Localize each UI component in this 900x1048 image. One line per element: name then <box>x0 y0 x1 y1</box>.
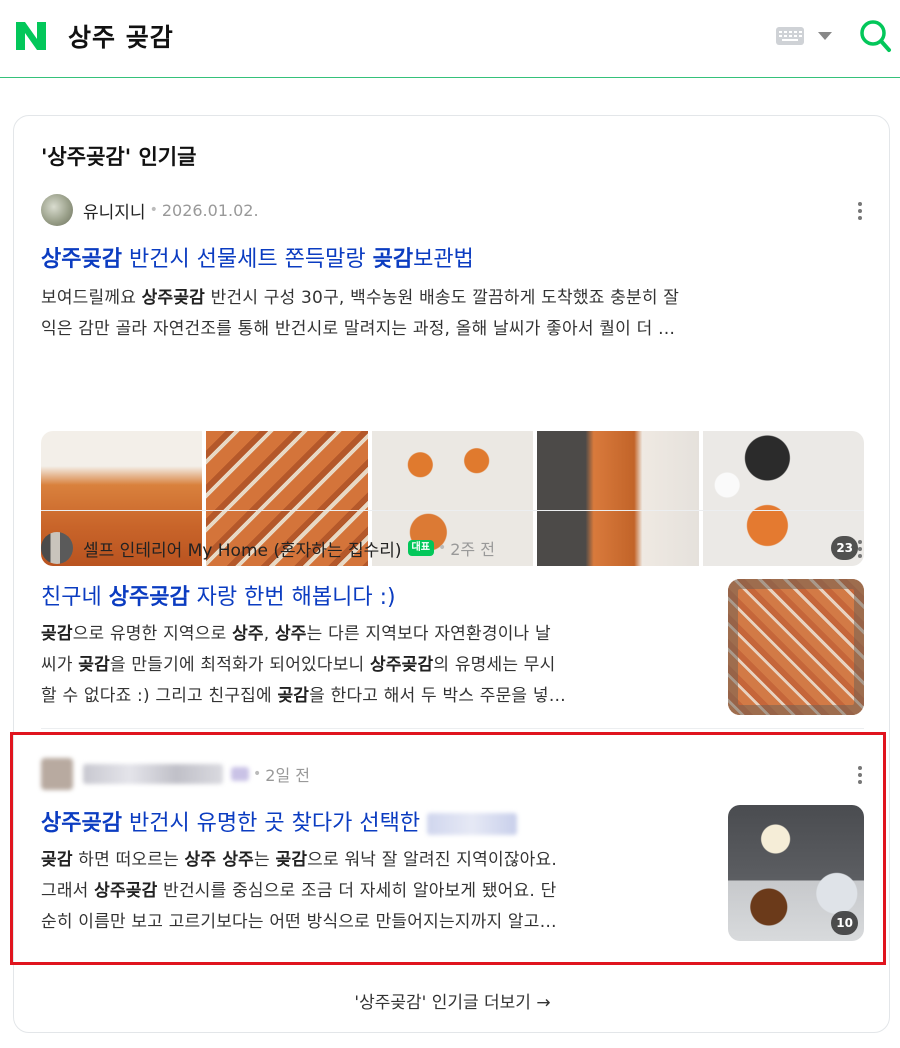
post-description[interactable]: 보여드릴께요 상주곶감 반건시 구성 30구, 백수농원 배송도 깔끔하게 도착… <box>41 283 679 345</box>
desc-keyword: 곶감 <box>78 655 110 675</box>
post-meta: 유니지니 • 2026.01.02. <box>41 193 259 227</box>
desc-text: 의 유명세는 무시 <box>433 655 556 675</box>
more-options-icon[interactable] <box>852 537 868 559</box>
post-title[interactable]: 친구네 상주곶감 자랑 한번 해봅니다 :) <box>41 579 396 611</box>
post-title[interactable]: 상주곶감 반건시 선물세트 쫀득말랑 곶감보관법 <box>41 241 474 273</box>
post-date: 2주 전 <box>450 540 495 559</box>
chevron-down-icon[interactable] <box>818 32 832 40</box>
title-keyword: 상주곶감 <box>108 585 190 610</box>
post-description[interactable]: 곶감으로 유명한 지역으로 상주, 상주는 다른 지역보다 자연환경이나 날 씨… <box>41 619 711 712</box>
post-item: 셀프 인테리어 My Home (혼자하는 집수리) 대표 • 2주 전 친구네… <box>41 531 864 731</box>
post-meta: 셀프 인테리어 My Home (혼자하는 집수리) 대표 • 2주 전 <box>41 531 495 565</box>
search-header: 상주 곶감 <box>0 0 900 78</box>
search-query[interactable]: 상주 곶감 <box>68 18 174 54</box>
more-popular-posts-link[interactable]: '상주곶감' 인기글 더보기 → <box>14 988 891 1013</box>
desc-text: , <box>263 624 275 644</box>
title-keyword: 곶감 <box>372 247 414 272</box>
desc-text: 씨가 <box>41 655 79 675</box>
title-text: 자랑 한번 해봅니다 :) <box>189 585 396 610</box>
section-title: '상주곶감' 인기글 <box>41 145 197 169</box>
post-thumbnail[interactable] <box>728 579 864 715</box>
post-item: 유니지니 • 2026.01.02. 상주곶감 반건시 선물세트 쫀득말랑 곶감… <box>41 193 864 573</box>
desc-keyword: 곶감 <box>41 624 73 644</box>
title-text: 반건시 선물세트 쫀득말랑 <box>121 247 373 272</box>
desc-text: 으로 유명한 지역으로 <box>72 624 233 644</box>
title-keyword: 상주곶감 <box>41 247 122 272</box>
separator-dot: • <box>149 202 158 218</box>
desc-text: 는 다른 지역보다 자연환경이나 날 <box>306 624 551 644</box>
separator-dot: • <box>437 540 447 556</box>
desc-text: 익은 감만 골라 자연건조를 통해 반건시로 말려지는 과정, 올해 날씨가 좋… <box>41 319 676 339</box>
desc-text: 을 만들기에 최적화가 되어있다보니 <box>109 655 370 675</box>
representative-badge: 대표 <box>407 540 434 556</box>
desc-text: 반건시 구성 30구, 백수농원 배송도 깔끔하게 도착했죠 충분히 잘 <box>205 288 680 308</box>
divider <box>41 510 864 511</box>
desc-keyword: 상주 <box>232 624 264 644</box>
keyboard-icon[interactable] <box>776 27 804 45</box>
desc-text: 을 한다고 해서 두 박스 주문을 넣… <box>309 686 566 706</box>
desc-text: 보여드릴께요 <box>41 288 142 308</box>
author-name[interactable]: 유니지니 <box>83 198 146 223</box>
post-date: 2026.01.02. <box>161 200 259 220</box>
author-name[interactable]: 셀프 인테리어 My Home (혼자하는 집수리) <box>83 536 402 561</box>
title-text: 친구네 <box>41 585 109 610</box>
divider <box>41 728 864 729</box>
avatar[interactable] <box>41 532 73 564</box>
search-icon[interactable] <box>858 18 892 54</box>
more-options-icon[interactable] <box>852 199 868 221</box>
desc-keyword: 곶감 <box>277 686 310 706</box>
title-text: 보관법 <box>413 247 474 272</box>
highlight-box <box>10 732 886 965</box>
desc-keyword: 상주곶감 <box>141 288 206 308</box>
naver-logo[interactable] <box>14 20 48 52</box>
desc-keyword: 상주 <box>274 624 307 644</box>
desc-keyword: 상주곶감 <box>370 655 434 675</box>
avatar[interactable] <box>41 194 73 226</box>
desc-text: 할 수 없다죠 :) 그리고 친구집에 <box>41 686 278 706</box>
